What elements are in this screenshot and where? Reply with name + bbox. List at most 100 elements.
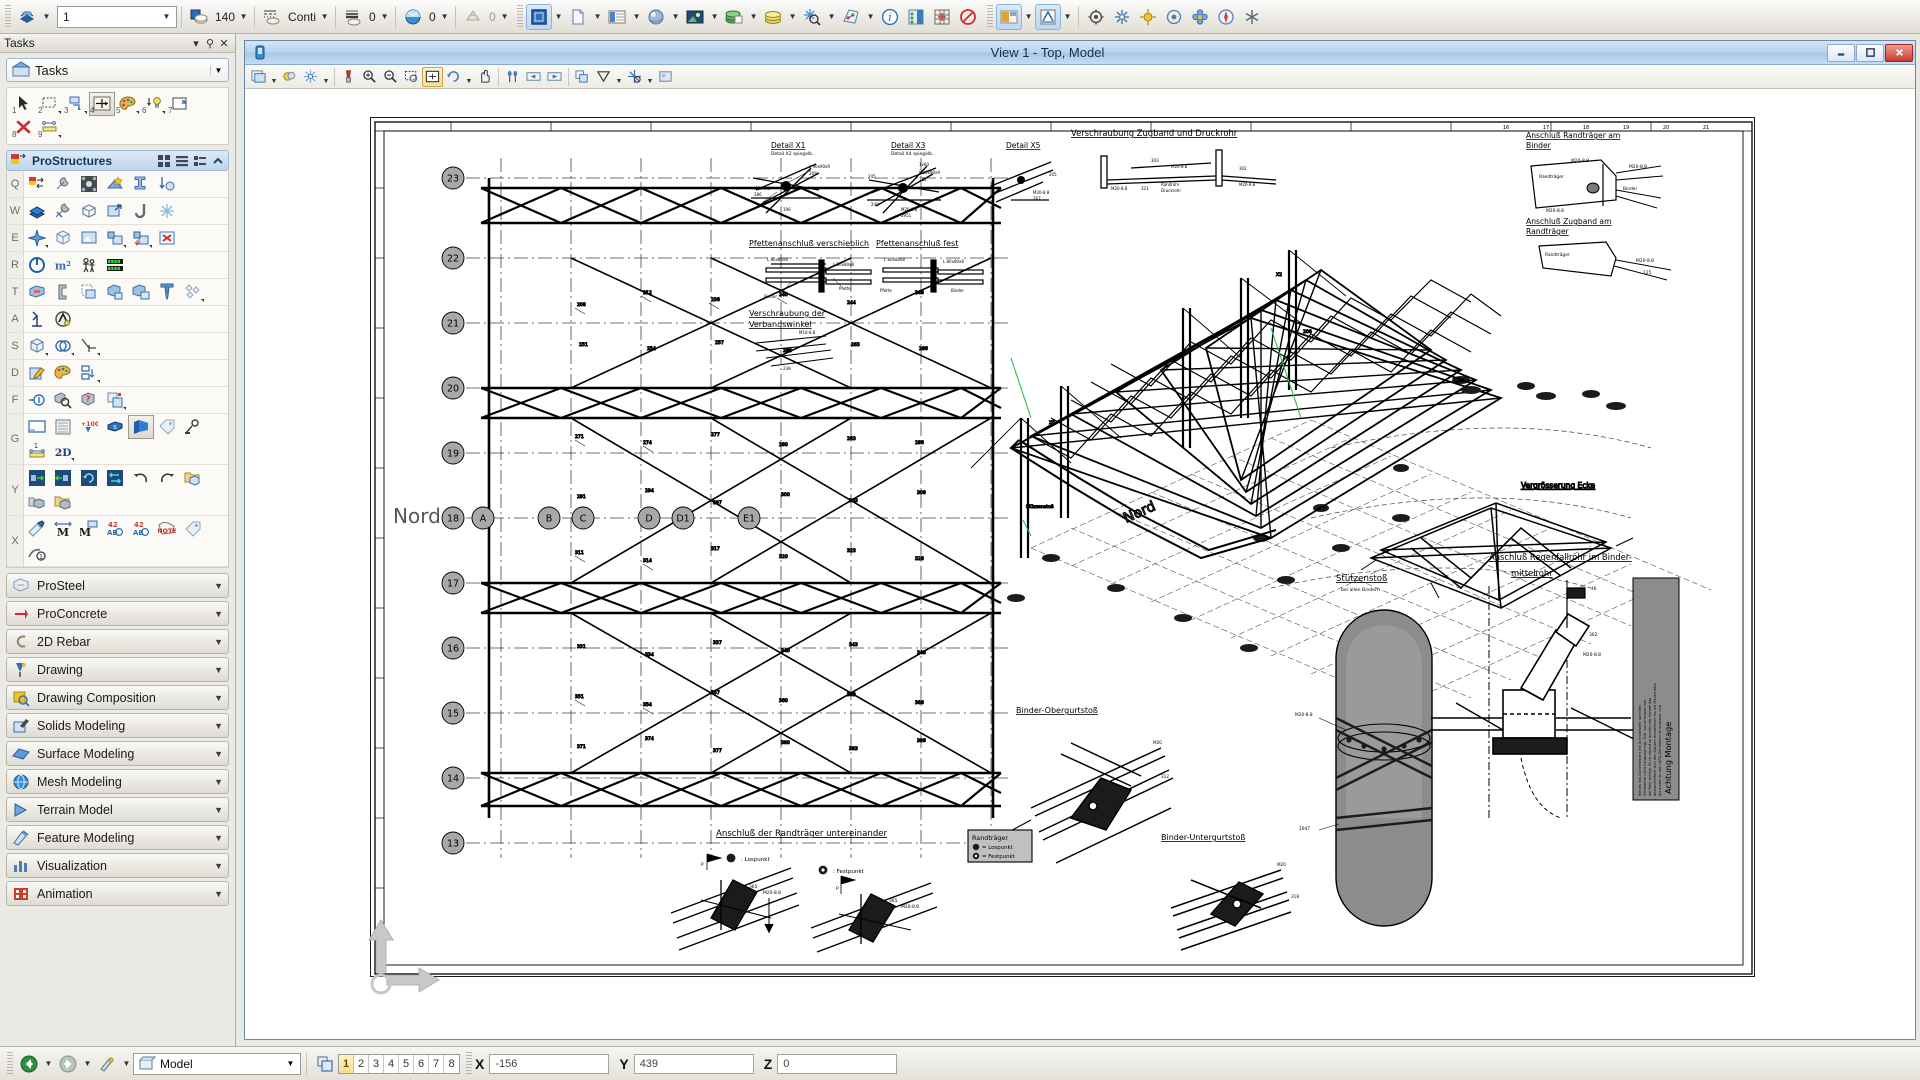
import-green-tool[interactable] bbox=[24, 466, 50, 490]
walk-view-button[interactable] bbox=[502, 67, 523, 87]
battery-bar-tool[interactable] bbox=[102, 253, 128, 277]
nav-forward-dropdown[interactable]: ▼ bbox=[81, 1051, 94, 1077]
move-part-tool[interactable] bbox=[128, 226, 154, 250]
manipulate-tool[interactable]: 4 bbox=[89, 92, 115, 116]
mirror-part-tool[interactable] bbox=[102, 280, 128, 304]
star-part-tool[interactable] bbox=[102, 172, 128, 196]
chevron-down-icon[interactable]: ▼ bbox=[214, 777, 223, 787]
coord-z-value[interactable]: 0 bbox=[777, 1054, 897, 1074]
view-attributes-button[interactable] bbox=[248, 67, 269, 87]
line-weight-button[interactable] bbox=[340, 4, 366, 30]
copy-shape-tool[interactable] bbox=[76, 280, 102, 304]
active-level-combo[interactable]: 1 ▼ bbox=[57, 6, 177, 28]
close-button[interactable] bbox=[1885, 44, 1913, 62]
circles-tool[interactable] bbox=[50, 334, 76, 358]
element-table-button[interactable] bbox=[604, 4, 630, 30]
snap-mode-button[interactable] bbox=[94, 1051, 120, 1077]
chevron-down-icon[interactable]: ▼ bbox=[283, 1059, 298, 1068]
selection-set-button[interactable] bbox=[312, 1051, 338, 1077]
render-sphere-dropdown[interactable]: ▼ bbox=[669, 4, 682, 30]
mirror-copy-tool[interactable] bbox=[128, 280, 154, 304]
workflow-3-button[interactable] bbox=[1135, 4, 1161, 30]
node-connect-tool[interactable] bbox=[76, 172, 102, 196]
chevron-down-icon[interactable]: ▼ bbox=[159, 7, 174, 27]
paint-brush-tool[interactable] bbox=[24, 517, 50, 541]
accordion-mesh-modeling[interactable]: Mesh Modeling ▼ bbox=[6, 769, 229, 794]
level-5[interactable]: 5 bbox=[399, 1055, 414, 1073]
accordion-proconcrete[interactable]: ProConcrete ▼ bbox=[6, 601, 229, 626]
chevron-down-icon[interactable]: ▼ bbox=[214, 693, 223, 703]
measure-tool[interactable]: 6 bbox=[141, 92, 167, 116]
num-42-a-tool[interactable]: 42 AB bbox=[102, 517, 128, 541]
level-manager-button[interactable] bbox=[721, 4, 747, 30]
axis-tool[interactable] bbox=[76, 334, 102, 358]
grid-view-icon[interactable] bbox=[157, 154, 171, 168]
active-color-button[interactable] bbox=[186, 4, 212, 30]
active-model-combo[interactable]: Model ▼ bbox=[133, 1053, 301, 1075]
clip-mask-dropdown[interactable]: ▼ bbox=[645, 67, 655, 87]
chevron-down-icon[interactable]: ▼ bbox=[214, 581, 223, 591]
delete-element-tool[interactable]: 8 bbox=[11, 116, 37, 140]
connection-wheel-tool[interactable] bbox=[50, 307, 76, 331]
level-8[interactable]: 8 bbox=[444, 1055, 459, 1073]
measure-star-button[interactable] bbox=[799, 4, 825, 30]
collapse-chevron-icon[interactable] bbox=[211, 154, 225, 168]
dock-auto-hide-icon[interactable]: ⚲ bbox=[203, 37, 217, 50]
view-next-button[interactable] bbox=[544, 67, 565, 87]
ruler-1-tool[interactable]: 1 bbox=[24, 439, 50, 463]
pan-view-button[interactable] bbox=[474, 67, 495, 87]
transparency-dropdown[interactable]: ▼ bbox=[438, 4, 451, 30]
nav-back-button[interactable] bbox=[16, 1051, 42, 1077]
box-arrow-tool[interactable] bbox=[102, 199, 128, 223]
zoom-in-button[interactable] bbox=[359, 67, 380, 87]
saved-views-button[interactable] bbox=[996, 4, 1022, 30]
plate-tool[interactable] bbox=[50, 280, 76, 304]
coord-y-value[interactable]: 439 bbox=[634, 1054, 754, 1074]
rotate-view-dropdown[interactable]: ▼ bbox=[464, 67, 474, 87]
accordion-drawing-composition[interactable]: Drawing Composition ▼ bbox=[6, 685, 229, 710]
view-rotation-gizmo[interactable] bbox=[341, 908, 461, 1008]
prostructures-box-dropdown[interactable]: ▼ bbox=[1061, 4, 1074, 30]
view-control-tool[interactable]: 7 bbox=[167, 92, 193, 116]
copy-part-tool[interactable] bbox=[102, 226, 128, 250]
workflow-5-button[interactable] bbox=[1187, 4, 1213, 30]
no-snap-button[interactable] bbox=[955, 4, 981, 30]
update-view-button[interactable] bbox=[338, 67, 359, 87]
blue-book-tool[interactable] bbox=[24, 199, 50, 223]
level-2[interactable]: 2 bbox=[354, 1055, 369, 1073]
level-3[interactable]: 3 bbox=[369, 1055, 384, 1073]
sheet-tool[interactable] bbox=[50, 415, 76, 439]
m-dimension-tool[interactable]: M bbox=[50, 517, 76, 541]
cube-tool[interactable] bbox=[24, 334, 50, 358]
color-dropdown[interactable]: ▼ bbox=[237, 4, 250, 30]
undo-tool[interactable] bbox=[128, 466, 154, 490]
workflow-6-button[interactable] bbox=[1213, 4, 1239, 30]
drawing-frame-tool[interactable] bbox=[24, 415, 50, 439]
priority-dropdown[interactable]: ▼ bbox=[498, 4, 511, 30]
display-style-button[interactable] bbox=[14, 4, 40, 30]
box-unfold-tool[interactable] bbox=[76, 199, 102, 223]
fence-tool[interactable]: 2 bbox=[37, 92, 63, 116]
level-1[interactable]: 1 bbox=[339, 1055, 354, 1073]
sparkle-tool[interactable] bbox=[154, 199, 180, 223]
people-tool[interactable] bbox=[76, 253, 102, 277]
render-view-button[interactable] bbox=[655, 67, 676, 87]
chevron-down-icon[interactable]: ▼ bbox=[214, 665, 223, 675]
m-label-tool[interactable]: M bbox=[76, 517, 102, 541]
reference-attach-button[interactable] bbox=[838, 4, 864, 30]
export-green-tool[interactable] bbox=[50, 466, 76, 490]
workflow-4-button[interactable] bbox=[1161, 4, 1187, 30]
power-tool[interactable] bbox=[24, 253, 50, 277]
folder-yellow-tool[interactable] bbox=[50, 490, 76, 514]
element-selection-tool[interactable]: 1 bbox=[11, 92, 37, 116]
acs-grid-button[interactable] bbox=[929, 4, 955, 30]
accordion-prosteel[interactable]: ProSteel ▼ bbox=[6, 573, 229, 598]
reference-dropdown[interactable]: ▼ bbox=[864, 4, 877, 30]
accordion-solids-modeling[interactable]: Solids Modeling ▼ bbox=[6, 713, 229, 738]
duplicate-shape-tool[interactable] bbox=[102, 388, 128, 412]
cad-canvas[interactable]: 208212236 240244248 251254257 260263266 … bbox=[245, 89, 1915, 1039]
accordion-drawing[interactable]: Drawing ▼ bbox=[6, 657, 229, 682]
flag-exchange-tool[interactable] bbox=[24, 172, 50, 196]
element-information-button[interactable]: i bbox=[877, 4, 903, 30]
new-file-dropdown[interactable]: ▼ bbox=[591, 4, 604, 30]
